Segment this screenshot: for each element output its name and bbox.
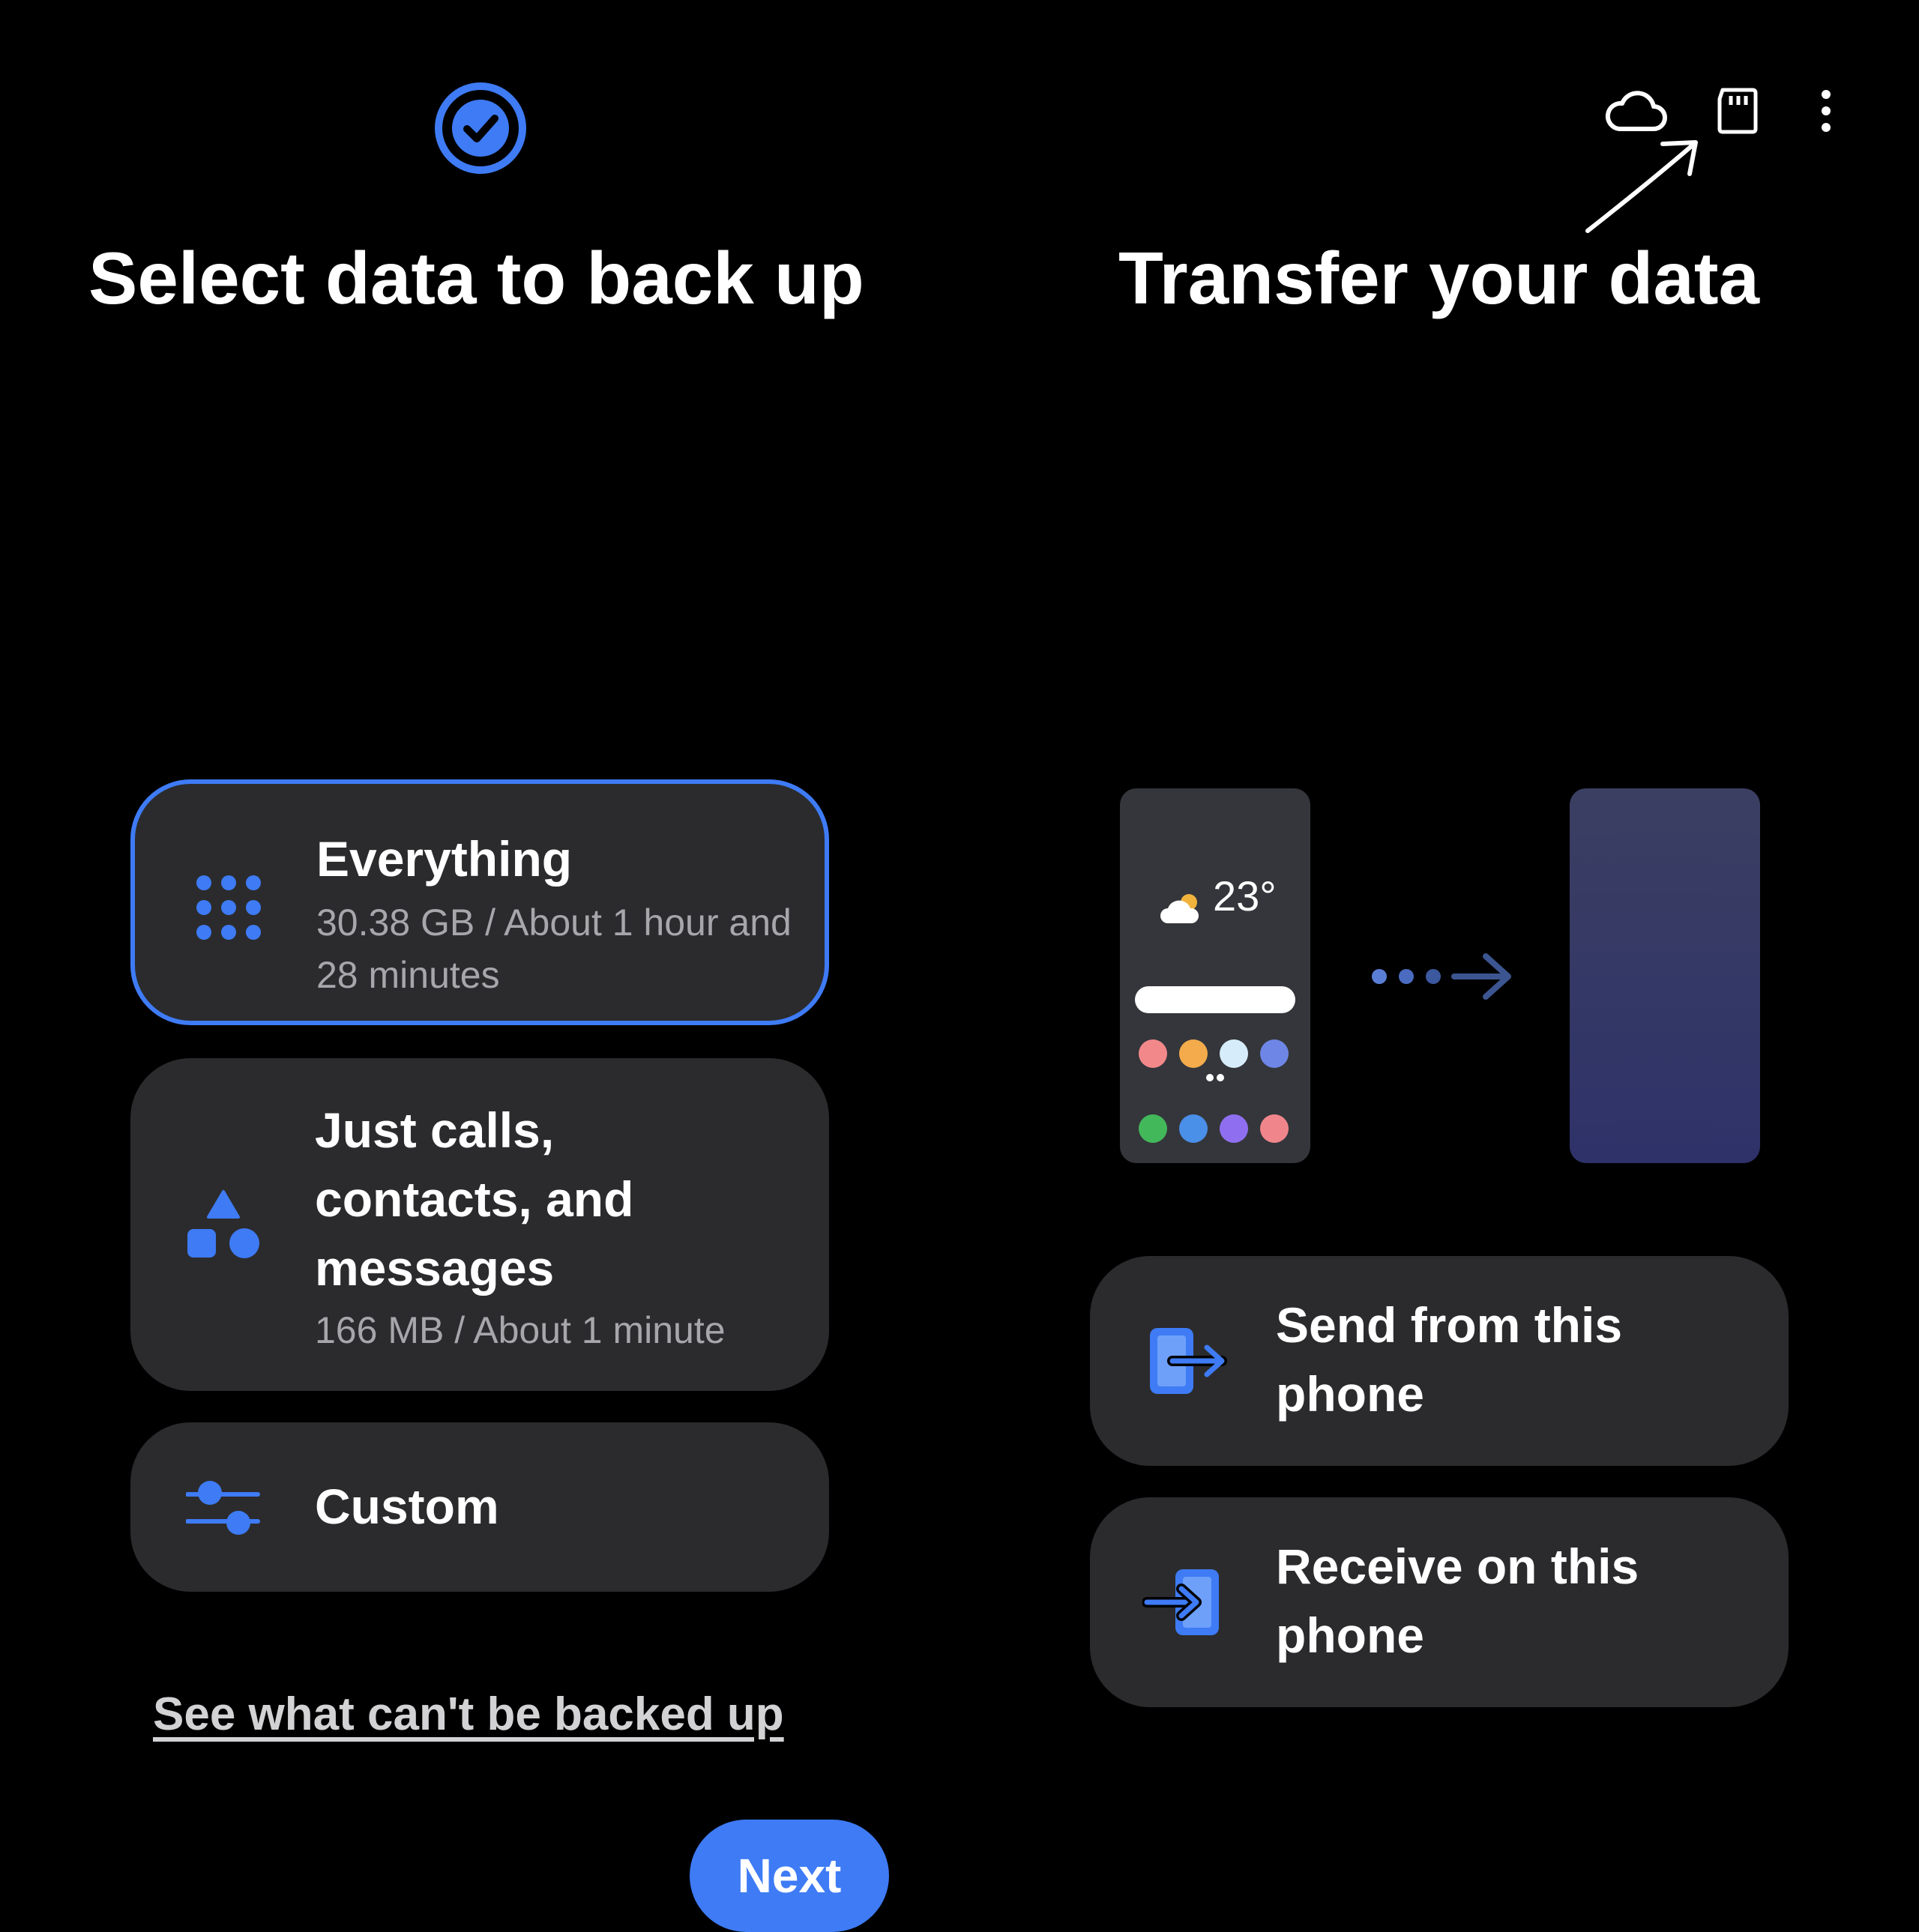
option-custom[interactable]: Custom [130,1422,829,1592]
sliders-icon [186,1481,260,1535]
weather-temperature: 23° [1213,872,1277,920]
weather-icon [1160,894,1199,923]
target-phone-illustration [1570,788,1760,1163]
option-everything-label: Everything [316,831,573,887]
next-button[interactable]: Next [690,1820,889,1932]
check-circle-icon [435,82,526,174]
option-everything[interactable]: Everything 30.38 GB / About 1 hour and 2… [130,779,829,1025]
option-calls-contacts-messages[interactable]: Just calls, contacts, and messages 166 M… [130,1058,829,1391]
send-from-this-phone-button[interactable]: Send from this phone [1090,1256,1789,1466]
see-what-cant-be-backed-up-link[interactable]: See what can't be backed up [153,1685,784,1745]
sd-card-icon[interactable] [1717,87,1759,135]
cloud-icon[interactable] [1604,88,1667,135]
option-custom-label: Custom [315,1479,499,1534]
send-phone-icon [1150,1328,1227,1394]
more-options-icon[interactable] [1817,88,1835,133]
grid-dots-icon [196,875,261,940]
option-calls-label: Just calls, contacts, and messages [315,1102,634,1296]
send-from-this-phone-label: Send from this phone [1276,1297,1623,1422]
shapes-icon [187,1190,259,1258]
backup-title: Select data to back up [88,237,864,319]
transfer-title: Transfer your data [1118,237,1760,319]
app-icons-grid [1139,1039,1289,1143]
option-calls-detail: 166 MB / About 1 minute [315,1309,726,1351]
receive-on-this-phone-button[interactable]: Receive on this phone [1090,1497,1789,1707]
source-phone-illustration: 23° [1120,788,1310,1163]
search-bar-shape [1135,986,1295,1013]
annotation-arrow-icon [1585,140,1698,233]
receive-on-this-phone-label: Receive on this phone [1276,1539,1639,1663]
option-everything-detail: 30.38 GB / About 1 hour and 28 minutes [316,902,792,996]
receive-phone-icon [1142,1569,1219,1635]
transfer-arrow-icon [1372,953,1511,1000]
